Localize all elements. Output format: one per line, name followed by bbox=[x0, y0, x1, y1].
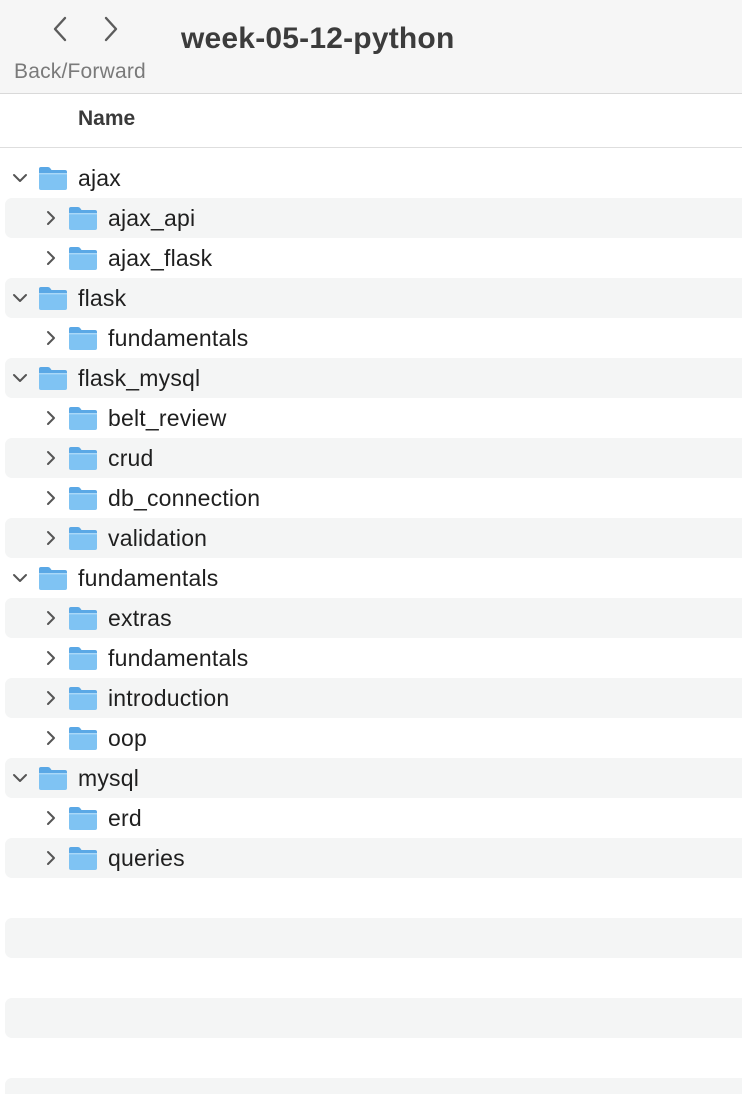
folder-icon bbox=[67, 244, 99, 272]
empty-row bbox=[0, 1038, 742, 1078]
chevron-right-icon[interactable] bbox=[42, 489, 60, 507]
list-item-label: ajax_api bbox=[108, 205, 196, 231]
chevron-right-icon[interactable] bbox=[42, 329, 60, 347]
folder-icon bbox=[37, 564, 69, 592]
list-item-label: queries bbox=[108, 845, 185, 871]
list-item-label: fundamentals bbox=[108, 645, 249, 671]
folder-icon bbox=[67, 444, 99, 472]
chevron-left-icon bbox=[53, 16, 67, 42]
list-item-label: fundamentals bbox=[108, 325, 249, 351]
chevron-right-icon[interactable] bbox=[42, 409, 60, 427]
chevron-down-icon[interactable] bbox=[11, 289, 29, 307]
folder-icon bbox=[67, 684, 99, 712]
list-item-label: extras bbox=[108, 605, 172, 631]
list-item[interactable]: introduction bbox=[0, 678, 742, 718]
folder-icon bbox=[67, 844, 99, 872]
empty-row bbox=[0, 1078, 742, 1094]
folder-icon bbox=[67, 404, 99, 432]
chevron-right-icon[interactable] bbox=[42, 809, 60, 827]
chevron-right-icon[interactable] bbox=[42, 729, 60, 747]
list-item[interactable]: ajax_api bbox=[0, 198, 742, 238]
window-title: week-05-12-python bbox=[181, 22, 455, 55]
empty-row bbox=[0, 958, 742, 998]
list-item-label: introduction bbox=[108, 685, 230, 711]
folder-icon bbox=[67, 644, 99, 672]
folder-icon bbox=[67, 524, 99, 552]
list-item[interactable]: oop bbox=[0, 718, 742, 758]
folder-icon bbox=[67, 484, 99, 512]
folder-icon bbox=[37, 284, 69, 312]
list-item-label: oop bbox=[108, 725, 147, 751]
folder-icon bbox=[67, 204, 99, 232]
column-header-name[interactable]: Name bbox=[78, 107, 135, 131]
toolbar: Back/Forward week-05-12-python bbox=[0, 0, 742, 94]
list-item[interactable]: extras bbox=[0, 598, 742, 638]
list-item-label: ajax bbox=[78, 165, 121, 191]
list-item-label: erd bbox=[108, 805, 142, 831]
chevron-right-icon[interactable] bbox=[42, 849, 60, 867]
list-item[interactable]: belt_review bbox=[0, 398, 742, 438]
column-header-bar: Name bbox=[0, 94, 742, 148]
chevron-right-icon[interactable] bbox=[42, 209, 60, 227]
folder-icon bbox=[67, 604, 99, 632]
file-list: ajax ajax_api ajax_flaskflask fundamentals f… bbox=[0, 158, 742, 1094]
chevron-right-icon[interactable] bbox=[42, 649, 60, 667]
chevron-right-icon[interactable] bbox=[42, 529, 60, 547]
empty-row bbox=[0, 878, 742, 918]
list-item[interactable]: crud bbox=[0, 438, 742, 478]
empty-row bbox=[0, 998, 742, 1038]
list-item[interactable]: fundamentals bbox=[0, 558, 742, 598]
list-item[interactable]: validation bbox=[0, 518, 742, 558]
back-button[interactable] bbox=[43, 12, 77, 46]
folder-icon bbox=[67, 324, 99, 352]
list-item[interactable]: fundamentals bbox=[0, 318, 742, 358]
list-item-label: db_connection bbox=[108, 485, 261, 511]
list-item-label: mysql bbox=[78, 765, 140, 791]
chevron-down-icon[interactable] bbox=[11, 169, 29, 187]
list-item-label: belt_review bbox=[108, 405, 227, 431]
list-item[interactable]: mysql bbox=[0, 758, 742, 798]
back-forward-label: Back/Forward bbox=[14, 60, 146, 83]
empty-row bbox=[0, 918, 742, 958]
chevron-right-icon[interactable] bbox=[42, 609, 60, 627]
list-item-label: crud bbox=[108, 445, 154, 471]
folder-icon bbox=[67, 724, 99, 752]
list-item[interactable]: queries bbox=[0, 838, 742, 878]
list-item[interactable]: flask bbox=[0, 278, 742, 318]
forward-button[interactable] bbox=[94, 12, 128, 46]
list-item[interactable]: ajax bbox=[0, 158, 742, 198]
list-item-label: flask_mysql bbox=[78, 365, 201, 391]
folder-icon bbox=[37, 164, 69, 192]
list-item-label: fundamentals bbox=[78, 565, 219, 591]
list-item-label: flask bbox=[78, 285, 127, 311]
list-item[interactable]: db_connection bbox=[0, 478, 742, 518]
folder-icon bbox=[67, 804, 99, 832]
chevron-right-icon[interactable] bbox=[42, 249, 60, 267]
list-item[interactable]: flask_mysql bbox=[0, 358, 742, 398]
chevron-right-icon[interactable] bbox=[42, 449, 60, 467]
list-item-label: validation bbox=[108, 525, 208, 551]
list-item-label: ajax_flask bbox=[108, 245, 213, 271]
chevron-right-icon bbox=[104, 16, 118, 42]
chevron-right-icon[interactable] bbox=[42, 689, 60, 707]
list-item[interactable]: ajax_flask bbox=[0, 238, 742, 278]
folder-icon bbox=[37, 364, 69, 392]
list-item[interactable]: erd bbox=[0, 798, 742, 838]
chevron-down-icon[interactable] bbox=[11, 369, 29, 387]
folder-icon bbox=[37, 764, 69, 792]
chevron-down-icon[interactable] bbox=[11, 769, 29, 787]
chevron-down-icon[interactable] bbox=[11, 569, 29, 587]
list-item[interactable]: fundamentals bbox=[0, 638, 742, 678]
